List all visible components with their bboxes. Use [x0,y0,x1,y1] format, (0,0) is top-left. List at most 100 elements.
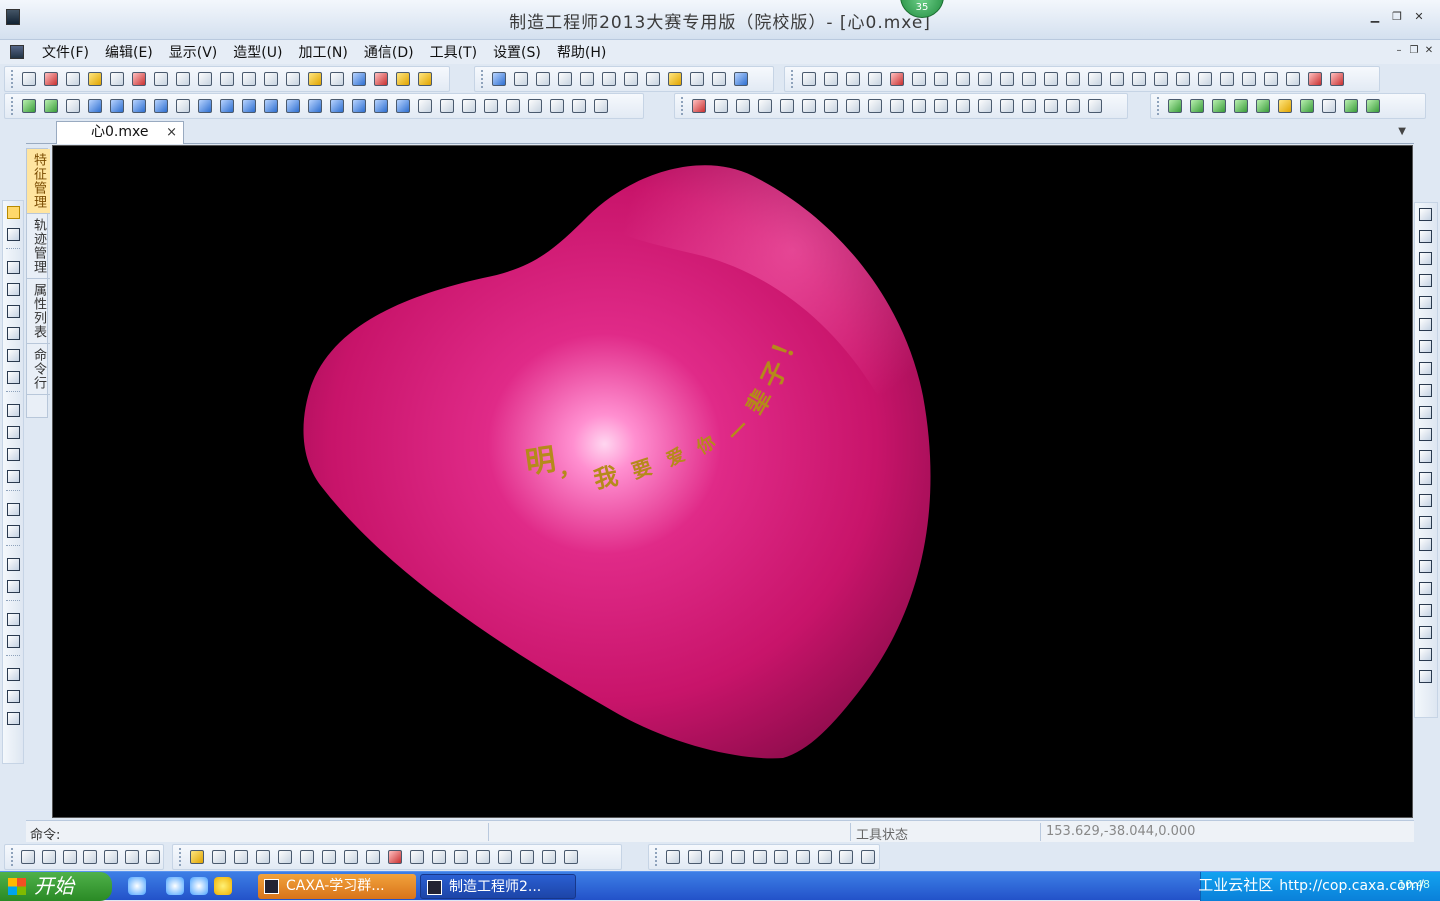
projection-machining-icon[interactable] [886,95,908,117]
text-icon[interactable] [3,498,23,520]
chamfer-icon[interactable] [1040,68,1062,90]
split-icon[interactable] [1260,68,1282,90]
pattern-icon[interactable] [1150,68,1172,90]
simulate-icon[interactable] [1164,95,1186,117]
zoom-icon[interactable] [532,68,554,90]
help-icon[interactable] [392,68,414,90]
datum-plane-icon[interactable] [1216,68,1238,90]
cut-loft-icon[interactable] [952,68,974,90]
draft-icon[interactable] [1106,68,1128,90]
section-icon[interactable] [414,95,436,117]
tab-feature-manager[interactable]: 特征管理 [27,149,50,214]
toolbar-grip[interactable] [11,97,14,115]
tab-path-manager[interactable]: 轨迹管理 [27,214,50,279]
top-view-icon[interactable] [684,846,706,868]
shell-icon[interactable] [1084,68,1106,90]
spline-icon[interactable] [150,95,172,117]
menu-machining[interactable]: 加工(N) [290,42,355,62]
toolbar-grip[interactable] [11,70,14,88]
base-icon[interactable] [1415,665,1435,687]
new-file-icon[interactable] [18,68,40,90]
pick-filter-icon[interactable] [326,68,348,90]
angle-icon[interactable] [3,443,23,465]
menu-help[interactable]: 帮助(H) [549,42,614,62]
menu-settings[interactable]: 设置(S) [485,42,549,62]
sweep-icon[interactable] [886,68,908,90]
translate-icon[interactable] [406,846,428,868]
align-icon[interactable] [538,846,560,868]
edit-icon[interactable] [3,223,23,245]
projection-icon[interactable] [436,95,458,117]
mdi-restore-icon[interactable]: ❐ [1409,46,1419,56]
print-icon[interactable] [150,68,172,90]
shaded-icon[interactable] [664,68,686,90]
tab-close-icon[interactable]: × [166,122,177,143]
rectangle-tool-icon[interactable] [1415,269,1435,291]
left-view-icon[interactable] [705,846,727,868]
toolbar-grip[interactable] [791,70,794,88]
print-preview-icon[interactable] [172,68,194,90]
transform-icon[interactable] [3,553,23,575]
settings-icon[interactable] [3,707,23,729]
point-tool-icon[interactable] [1415,335,1435,357]
bottom-view-icon[interactable] [771,846,793,868]
smooth-curve-icon[interactable] [318,846,340,868]
restore-icon[interactable]: ❐ [1390,10,1404,24]
pencil-icon[interactable] [820,95,842,117]
contour-icon[interactable] [732,95,754,117]
wireframe-icon[interactable] [620,68,642,90]
menu-modeling[interactable]: 造型(U) [225,42,290,62]
surface-boundary-icon[interactable] [1415,489,1435,511]
surface-region-icon[interactable] [1018,95,1040,117]
rotate-object-icon[interactable] [428,846,450,868]
display-all-icon[interactable] [708,68,730,90]
surface-icon[interactable] [84,95,106,117]
mirror-icon[interactable] [1172,68,1194,90]
hidden-line-icon[interactable] [642,68,664,90]
fill-surface-icon[interactable] [370,95,392,117]
cut-extrude-icon[interactable] [908,68,930,90]
3d-viewport[interactable]: 明 ， 我 要 爱 你 一 辈 子 ！ [52,145,1413,818]
swarf-icon[interactable] [1062,95,1084,117]
coordinate-icon[interactable] [40,95,62,117]
arc-icon[interactable] [106,95,128,117]
toolbar-grip[interactable] [11,848,14,866]
box-view-icon[interactable] [857,846,879,868]
tab-document[interactable]: 心0.mxe × [56,121,184,144]
loft-surface-icon[interactable] [392,95,414,117]
formula-curve-icon[interactable] [1415,357,1435,379]
join-curve-icon[interactable] [274,846,296,868]
tab-command-line[interactable]: 命令行 [27,344,50,395]
menu-view[interactable]: 显示(V) [161,42,226,62]
mark-icon[interactable] [1415,643,1435,665]
pan-icon[interactable] [598,68,620,90]
right-view-icon[interactable] [727,846,749,868]
guide-surface-icon[interactable] [282,95,304,117]
extend-icon[interactable] [502,95,524,117]
zoom-window-icon[interactable] [510,68,532,90]
toolbar-grip[interactable] [179,848,182,866]
eraser-icon[interactable] [1415,599,1435,621]
point-icon[interactable] [172,95,194,117]
path-transform-icon[interactable] [1230,95,1252,117]
ortho-icon[interactable] [59,846,80,868]
break-icon[interactable] [524,95,546,117]
fit-curve-icon[interactable] [340,846,362,868]
scale-object-icon[interactable] [494,846,516,868]
radial-icon[interactable] [842,95,864,117]
intersection-icon[interactable] [458,95,480,117]
join-icon[interactable] [546,95,568,117]
minimize-icon[interactable]: ▁ [1368,10,1382,24]
line-icon[interactable] [62,95,84,117]
project-icon[interactable] [560,846,582,868]
trim-icon[interactable] [480,95,502,117]
engrave-icon[interactable] [930,95,952,117]
copy-icon[interactable] [216,68,238,90]
rib-icon[interactable] [1128,68,1150,90]
rotate-icon[interactable] [576,68,598,90]
rectangle-icon[interactable] [194,95,216,117]
sketch-extend-icon[interactable] [3,322,23,344]
conic-tool-icon[interactable] [1415,401,1435,423]
close-icon[interactable]: ✕ [1412,10,1426,24]
mesh-surface-icon[interactable] [326,95,348,117]
